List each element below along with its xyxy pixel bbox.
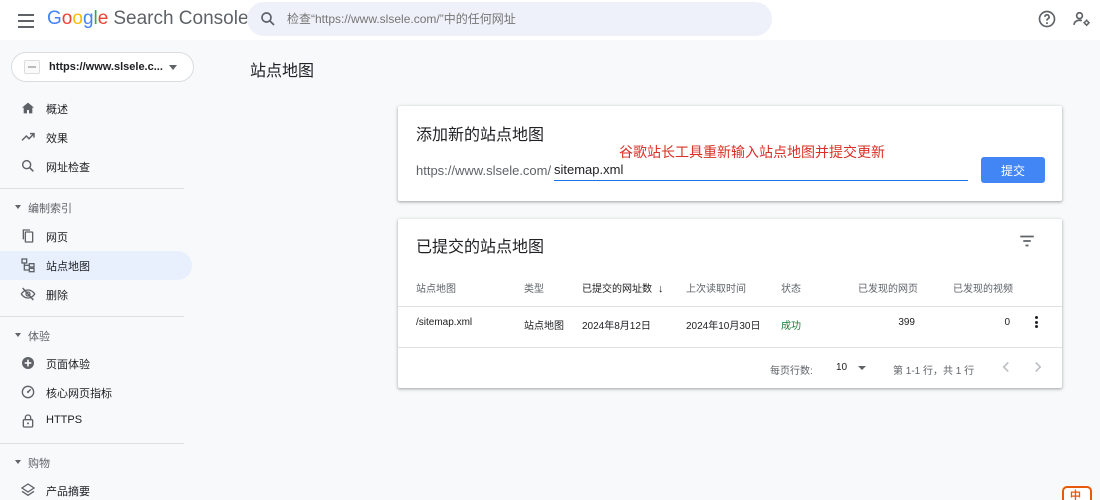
core-web-vitals-icon xyxy=(21,385,35,399)
help-icon[interactable] xyxy=(1037,9,1057,29)
submitted-sitemaps-title: 已提交的站点地图 xyxy=(416,239,545,256)
sidebar-item-core-web-vitals[interactable]: 核心网页指标 xyxy=(0,378,192,407)
url-prefix: https://www.slsele.com/ xyxy=(416,163,552,178)
cell-discovered-pages: 399 xyxy=(898,317,915,328)
app-logo[interactable]: Google Search Console xyxy=(47,8,249,30)
pagination-range: 第 1-1 行，共 1 行 xyxy=(893,366,975,377)
url-inspection-search[interactable] xyxy=(247,2,772,36)
column-header-last-read[interactable]: 上次读取时间 xyxy=(686,280,746,295)
layers-icon xyxy=(20,483,36,497)
sidebar-item-url-inspection[interactable]: 网址检查 xyxy=(0,152,192,181)
add-sitemap-title: 添加新的站点地图 xyxy=(416,127,545,144)
product-name: Search Console xyxy=(113,8,249,29)
rows-per-page-value: 10 xyxy=(836,362,848,373)
sidebar-divider xyxy=(0,188,184,189)
menu-icon[interactable] xyxy=(14,8,38,32)
sidebar-item-label: 产品摘要 xyxy=(46,486,90,498)
trending-up-icon xyxy=(21,132,35,141)
sidebar-item-https[interactable]: HTTPS xyxy=(0,407,192,436)
property-label: https://www.slsele.c... xyxy=(49,61,163,73)
sidebar-item-performance[interactable]: 效果 xyxy=(0,123,192,152)
logo-letter: G xyxy=(47,8,62,29)
cell-discovered-videos: 0 xyxy=(1004,317,1010,328)
dropdown-caret-icon xyxy=(858,366,866,370)
section-label: 购物 xyxy=(28,458,50,470)
site-favicon-icon xyxy=(24,60,40,74)
account-settings-icon[interactable] xyxy=(1072,9,1092,29)
page-title: 站点地图 xyxy=(250,63,315,80)
column-header-discovered-pages[interactable]: 已发现的网页 xyxy=(858,280,918,295)
collapse-arrow-icon xyxy=(15,460,21,464)
section-header-shopping[interactable]: 购物 xyxy=(0,450,192,474)
removal-icon xyxy=(20,287,36,301)
lock-icon xyxy=(22,414,34,428)
table-divider xyxy=(398,306,1062,307)
submitted-sitemaps-card: 已提交的站点地图 站点地图 类型 已提交的网址数 ↓ 上次读取时间 状态 已发现的… xyxy=(398,219,1062,388)
search-icon xyxy=(21,159,34,172)
column-header-status[interactable]: 状态 xyxy=(781,280,801,295)
sitemap-icon xyxy=(21,258,35,273)
search-input[interactable] xyxy=(287,2,757,36)
table-divider xyxy=(398,347,1062,348)
sitemap-url-input[interactable] xyxy=(554,159,968,181)
column-header-sitemap[interactable]: 站点地图 xyxy=(416,280,456,295)
next-page-icon[interactable] xyxy=(1029,358,1047,376)
sidebar-item-label: HTTPS xyxy=(46,414,83,426)
search-icon xyxy=(261,12,275,26)
sidebar-item-page-experience[interactable]: 页面体验 xyxy=(0,349,192,378)
column-header-submitted[interactable]: 已提交的网址数 ↓ xyxy=(582,280,664,295)
cell-status: 成功 xyxy=(781,321,801,332)
page-experience-icon xyxy=(22,357,34,369)
dropdown-caret-icon xyxy=(169,65,177,70)
sidebar-item-label: 核心网页指标 xyxy=(46,388,112,400)
corner-badge-logo: 中 xyxy=(1062,486,1092,500)
column-header-discovered-videos[interactable]: 已发现的视频 xyxy=(953,280,1013,295)
sidebar-item-label: 网页 xyxy=(46,232,68,244)
submit-button[interactable]: 提交 xyxy=(981,157,1045,183)
section-label: 体验 xyxy=(28,331,50,343)
property-selector[interactable]: https://www.slsele.c... xyxy=(11,52,194,82)
filter-icon[interactable] xyxy=(1018,233,1036,249)
sidebar-item-removals[interactable]: 删除 xyxy=(0,280,192,309)
logo-letter: o xyxy=(72,8,83,29)
cell-last-read: 2024年10月30日 xyxy=(686,321,761,332)
cell-sitemap: /sitemap.xml xyxy=(416,317,473,328)
column-header-label: 已提交的网址数 xyxy=(582,284,652,295)
sidebar-item-label: 站点地图 xyxy=(46,261,90,273)
collapse-arrow-icon xyxy=(15,205,21,209)
rows-per-page-label: 每页行数: xyxy=(770,366,813,377)
cell-submitted: 2024年8月12日 xyxy=(582,321,651,332)
sidebar-item-label: 网址检查 xyxy=(46,162,90,174)
section-header-experience[interactable]: 体验 xyxy=(0,323,192,347)
logo-letter: g xyxy=(82,8,94,29)
top-app-bar: Google Search Console xyxy=(0,0,1100,40)
sidebar-item-overview[interactable]: 概述 xyxy=(0,94,192,123)
sidebar-item-pages[interactable]: 网页 xyxy=(0,222,192,251)
column-header-type[interactable]: 类型 xyxy=(524,280,544,295)
sidebar-divider xyxy=(0,316,184,317)
section-label: 编制索引 xyxy=(28,203,72,215)
home-icon xyxy=(22,102,34,114)
sidebar: https://www.slsele.c... 概述 效果 网址检查 编制索引 … xyxy=(0,40,200,500)
previous-page-icon[interactable] xyxy=(997,358,1015,376)
sidebar-item-label: 删除 xyxy=(46,290,68,302)
sidebar-item-product-snippets[interactable]: 产品摘要 xyxy=(0,476,192,500)
pages-icon xyxy=(22,229,34,243)
section-header-indexing[interactable]: 编制索引 xyxy=(0,195,192,219)
sidebar-item-label: 效果 xyxy=(46,133,68,145)
sidebar-divider xyxy=(0,443,184,444)
add-sitemap-card: 添加新的站点地图 谷歌站长工具重新输入站点地图并提交更新 https://www… xyxy=(398,106,1062,201)
cell-type: 站点地图 xyxy=(524,321,564,332)
collapse-arrow-icon xyxy=(15,333,21,337)
rows-per-page-select[interactable]: 10 xyxy=(830,358,870,378)
logo-letter: e xyxy=(97,8,109,29)
sidebar-item-label: 概述 xyxy=(46,104,68,116)
corner-badge-text: 中 xyxy=(1070,490,1081,500)
row-more-options-icon[interactable] xyxy=(1028,315,1044,331)
sidebar-item-sitemaps[interactable]: 站点地图 xyxy=(0,251,192,280)
logo-letter: o xyxy=(61,8,73,29)
sort-arrow-icon: ↓ xyxy=(658,283,664,295)
sidebar-item-label: 页面体验 xyxy=(46,359,90,371)
